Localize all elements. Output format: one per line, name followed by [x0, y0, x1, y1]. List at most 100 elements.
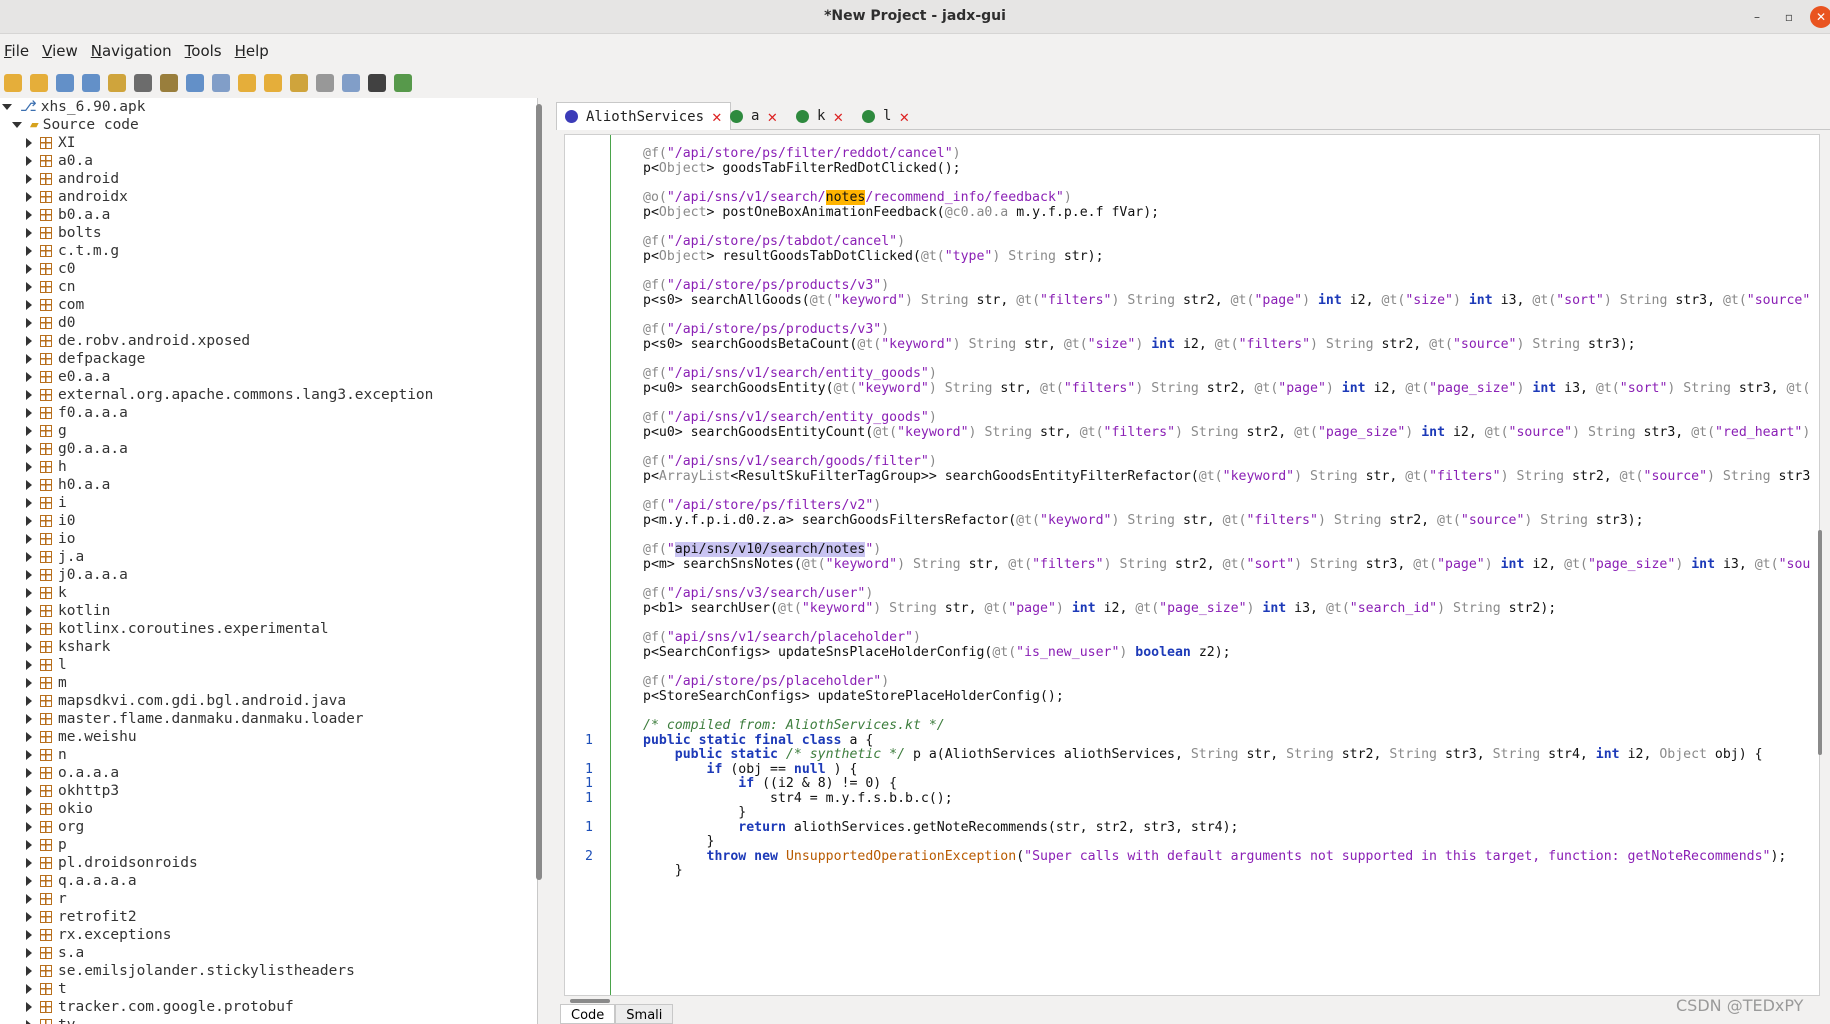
collapsed-arrow-icon[interactable]: [26, 822, 32, 832]
minimize-button[interactable]: –: [1746, 6, 1768, 28]
tab-code[interactable]: Code: [560, 1004, 616, 1024]
collapsed-arrow-icon[interactable]: [26, 516, 32, 526]
close-tab-icon[interactable]: ✕: [833, 107, 843, 126]
collapsed-arrow-icon[interactable]: [26, 894, 32, 904]
collapsed-arrow-icon[interactable]: [26, 804, 32, 814]
collapsed-arrow-icon[interactable]: [26, 408, 32, 418]
tree-item-package[interactable]: r: [0, 890, 537, 908]
tree-item-source-code[interactable]: ▰ Source code: [0, 116, 537, 134]
collapsed-arrow-icon[interactable]: [26, 966, 32, 976]
tree-item-package[interactable]: master.flame.danmaku.danmaku.loader: [0, 710, 537, 728]
tree-item-package[interactable]: cn: [0, 278, 537, 296]
collapsed-arrow-icon[interactable]: [26, 930, 32, 940]
collapsed-arrow-icon[interactable]: [26, 660, 32, 670]
tree-item-package[interactable]: p: [0, 836, 537, 854]
tree-item-package[interactable]: g: [0, 422, 537, 440]
deobfuscation-icon[interactable]: [290, 74, 308, 92]
tree-item-package[interactable]: n: [0, 746, 537, 764]
collapsed-arrow-icon[interactable]: [26, 696, 32, 706]
collapsed-arrow-icon[interactable]: [26, 282, 32, 292]
collapsed-arrow-icon[interactable]: [26, 714, 32, 724]
collapsed-arrow-icon[interactable]: [26, 624, 32, 634]
collapsed-arrow-icon[interactable]: [26, 912, 32, 922]
tree-item-package[interactable]: io: [0, 530, 537, 548]
collapsed-arrow-icon[interactable]: [26, 480, 32, 490]
collapsed-arrow-icon[interactable]: [26, 138, 32, 148]
tree-scrollbar[interactable]: [536, 104, 542, 880]
expanded-arrow-icon[interactable]: [12, 122, 22, 128]
tree-item-package[interactable]: a0.a: [0, 152, 537, 170]
collapsed-arrow-icon[interactable]: [26, 948, 32, 958]
close-tab-icon[interactable]: ✕: [767, 107, 777, 126]
tree-item-package[interactable]: mapsdkvi.com.gdi.bgl.android.java: [0, 692, 537, 710]
collapsed-arrow-icon[interactable]: [26, 210, 32, 220]
tree-item-package[interactable]: s.a: [0, 944, 537, 962]
collapsed-arrow-icon[interactable]: [26, 336, 32, 346]
collapsed-arrow-icon[interactable]: [26, 228, 32, 238]
close-tab-icon[interactable]: ✕: [899, 107, 909, 126]
collapsed-arrow-icon[interactable]: [26, 390, 32, 400]
tree-item-package[interactable]: j.a: [0, 548, 537, 566]
log-icon[interactable]: [316, 74, 334, 92]
collapsed-arrow-icon[interactable]: [26, 732, 32, 742]
tree-item-package[interactable]: bolts: [0, 224, 537, 242]
export-icon[interactable]: [82, 74, 100, 92]
tree-item-package[interactable]: android: [0, 170, 537, 188]
add-file-icon[interactable]: [30, 74, 48, 92]
tree-item-package[interactable]: retrofit2: [0, 908, 537, 926]
collapsed-arrow-icon[interactable]: [26, 858, 32, 868]
collapsed-arrow-icon[interactable]: [26, 462, 32, 472]
collapsed-arrow-icon[interactable]: [26, 498, 32, 508]
tab-k[interactable]: k ✕: [788, 102, 851, 130]
collapsed-arrow-icon[interactable]: [26, 156, 32, 166]
tree-item-package[interactable]: kotlin: [0, 602, 537, 620]
tree-item-package[interactable]: o.a.a.a: [0, 764, 537, 782]
collapsed-arrow-icon[interactable]: [26, 678, 32, 688]
debug-icon[interactable]: [394, 74, 412, 92]
tree-item-package[interactable]: i0: [0, 512, 537, 530]
menu-file[interactable]: File: [0, 36, 38, 66]
quark-icon[interactable]: [368, 74, 386, 92]
tree-item-package[interactable]: kshark: [0, 638, 537, 656]
preferences-icon[interactable]: [342, 74, 360, 92]
collapsed-arrow-icon[interactable]: [26, 426, 32, 436]
tree-item-package[interactable]: h: [0, 458, 537, 476]
collapsed-arrow-icon[interactable]: [26, 1020, 32, 1024]
collapsed-arrow-icon[interactable]: [26, 570, 32, 580]
collapsed-arrow-icon[interactable]: [26, 246, 32, 256]
collapsed-arrow-icon[interactable]: [26, 768, 32, 778]
collapsed-arrow-icon[interactable]: [26, 444, 32, 454]
collapsed-arrow-icon[interactable]: [26, 786, 32, 796]
tree-item-package[interactable]: tv: [0, 1016, 537, 1024]
tree-item-package[interactable]: i: [0, 494, 537, 512]
collapsed-arrow-icon[interactable]: [26, 840, 32, 850]
project-tree[interactable]: ⎇ xhs_6.90.apk ▰ Source code XI a0.a android an…: [0, 98, 538, 1024]
tree-item-package[interactable]: m: [0, 674, 537, 692]
tree-item-package[interactable]: okhttp3: [0, 782, 537, 800]
tree-item-package[interactable]: de.robv.android.xposed: [0, 332, 537, 350]
menu-navigation[interactable]: Navigation: [87, 36, 181, 66]
code-horizontal-scrollbar[interactable]: [570, 999, 610, 1003]
tree-item-package[interactable]: pl.droidsonroids: [0, 854, 537, 872]
tree-item-package[interactable]: external.org.apache.commons.lang3.except…: [0, 386, 537, 404]
collapsed-arrow-icon[interactable]: [26, 372, 32, 382]
tree-item-package[interactable]: org: [0, 818, 537, 836]
collapsed-arrow-icon[interactable]: [26, 552, 32, 562]
tree-item-package[interactable]: q.a.a.a.a: [0, 872, 537, 890]
sync-icon[interactable]: [108, 74, 126, 92]
tree-item-package[interactable]: se.emilsjolander.stickylistheaders: [0, 962, 537, 980]
tab-a[interactable]: a ✕: [722, 102, 785, 130]
code-vertical-scrollbar[interactable]: [1818, 530, 1822, 755]
collapsed-arrow-icon[interactable]: [26, 318, 32, 328]
tree-item-package[interactable]: rx.exceptions: [0, 926, 537, 944]
menu-tools[interactable]: Tools: [181, 36, 231, 66]
tree-item-package[interactable]: g0.a.a.a: [0, 440, 537, 458]
tree-item-package[interactable]: com: [0, 296, 537, 314]
close-button[interactable]: ✕: [1810, 6, 1830, 28]
tree-item-package[interactable]: t: [0, 980, 537, 998]
collapsed-arrow-icon[interactable]: [26, 984, 32, 994]
tree-item-package[interactable]: f0.a.a.a: [0, 404, 537, 422]
collapsed-arrow-icon[interactable]: [26, 606, 32, 616]
maximize-button[interactable]: ▫: [1778, 6, 1800, 28]
collapsed-arrow-icon[interactable]: [26, 534, 32, 544]
